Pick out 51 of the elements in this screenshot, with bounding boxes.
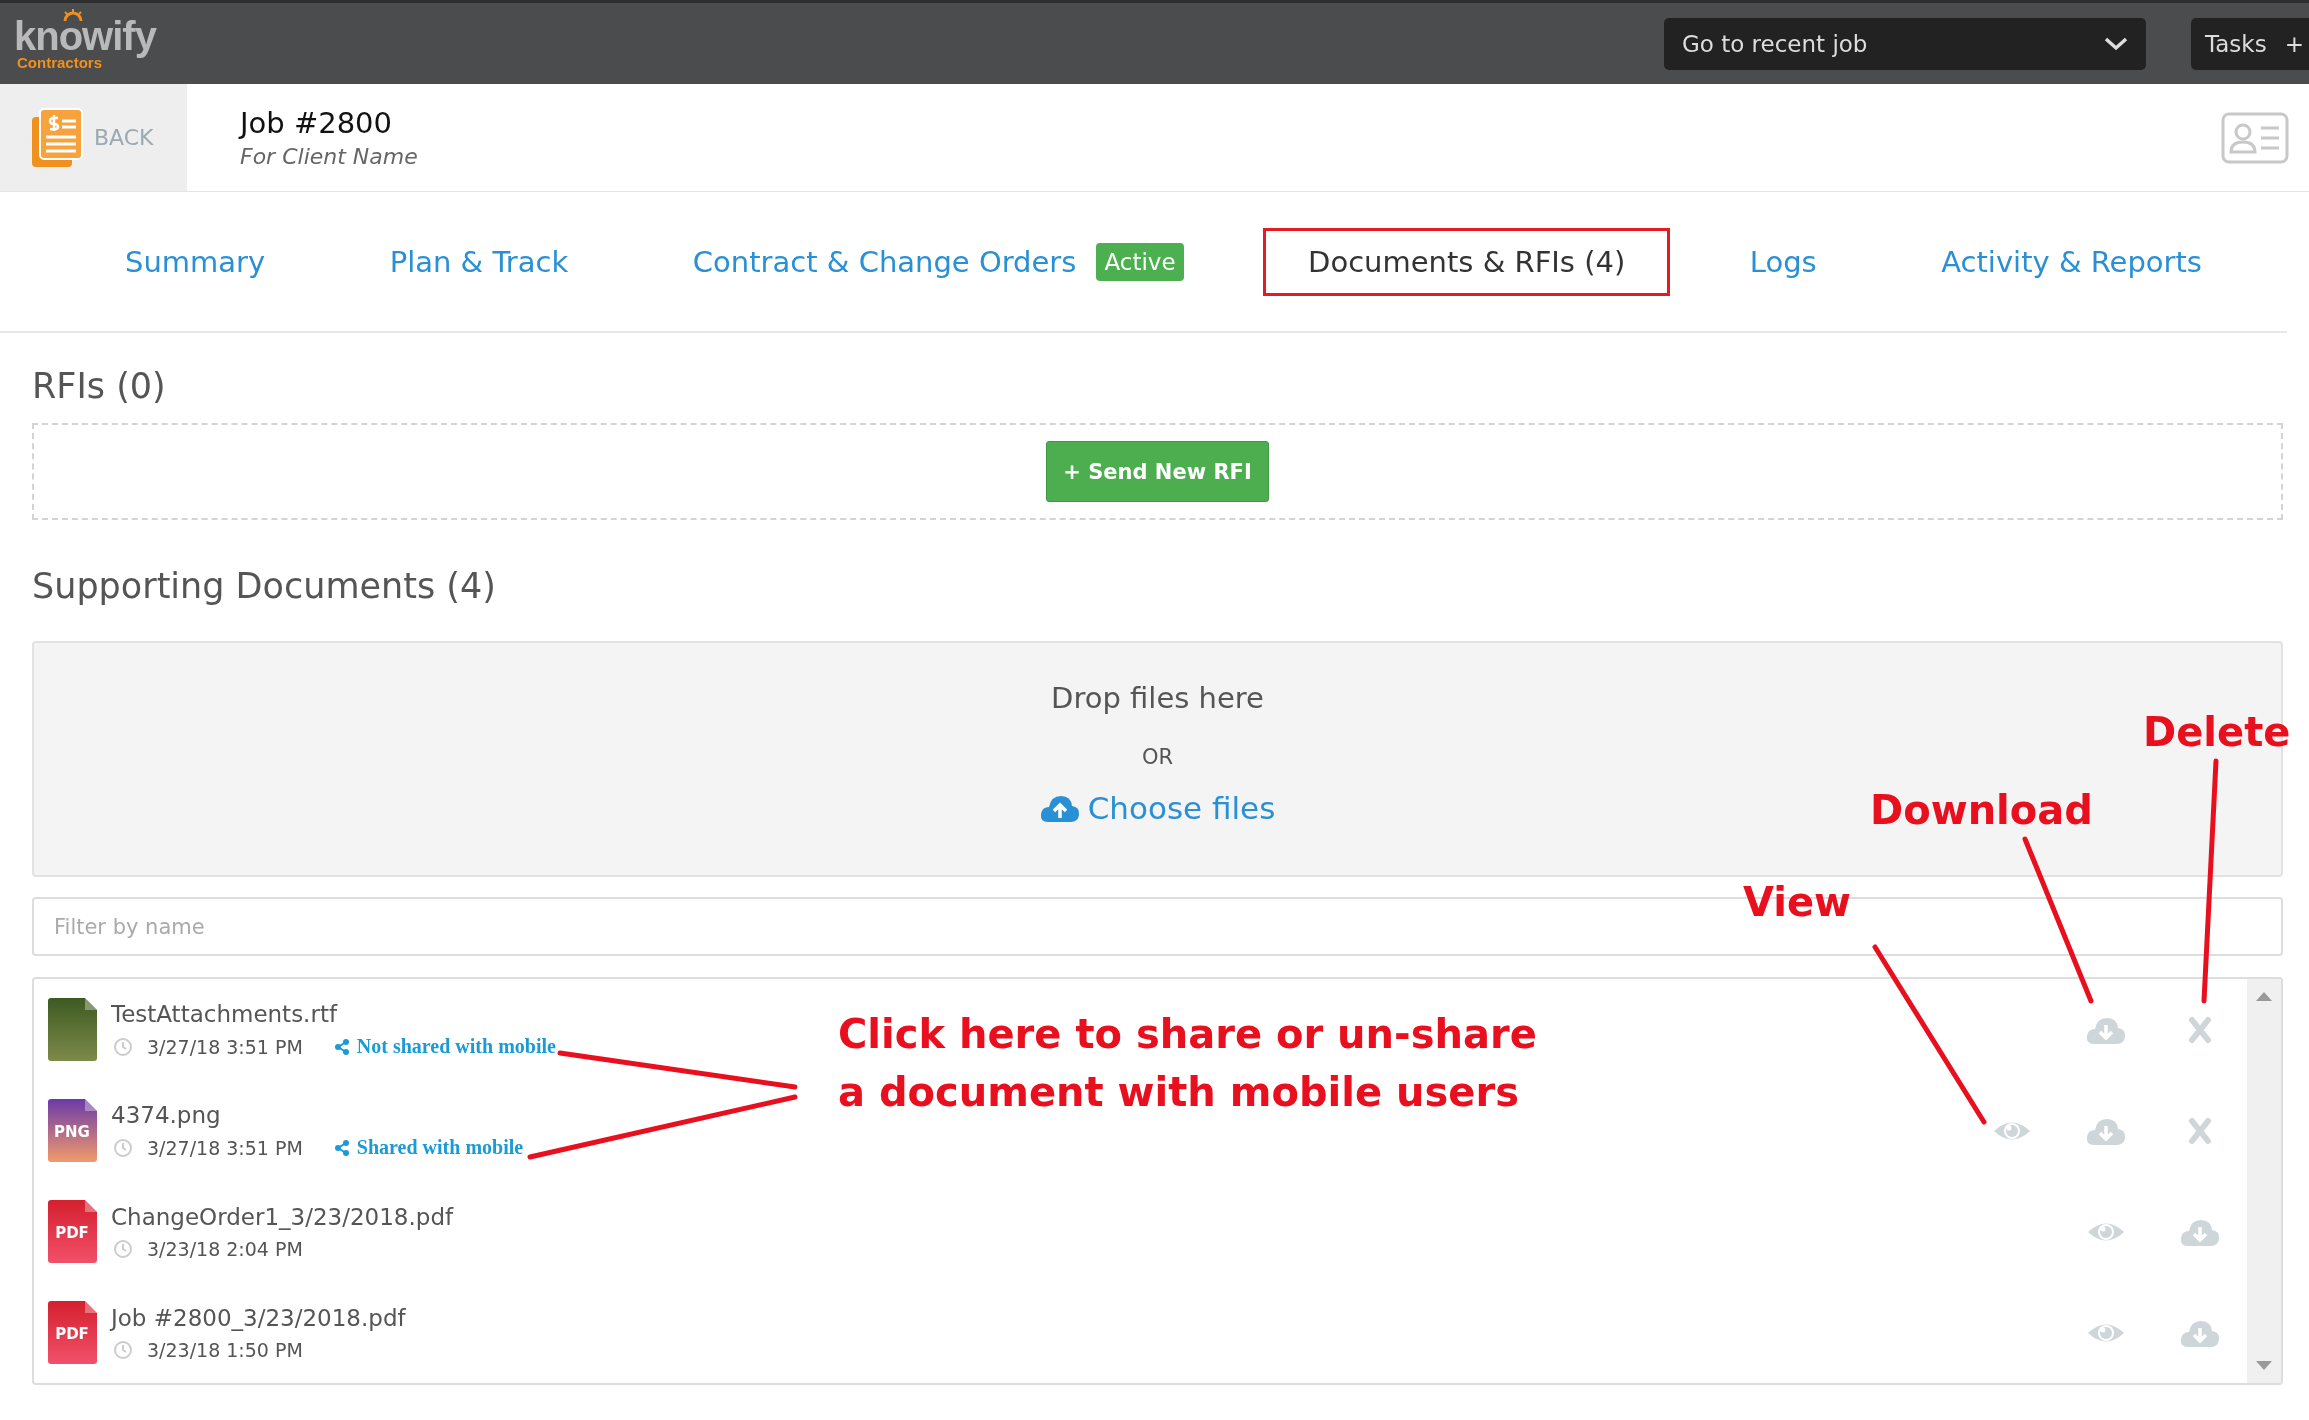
recent-job-dropdown[interactable]: Go to recent job (1664, 17, 2146, 70)
status-badge: Active (1096, 242, 1184, 281)
share-link[interactable]: Not shared with mobile (332, 1035, 556, 1058)
choose-files-link[interactable]: Choose files (1033, 789, 1282, 827)
file-date: 3/23/18 1:50 PM (147, 1338, 303, 1361)
sun-icon (62, 8, 84, 21)
tab[interactable]: Summary (80, 227, 311, 296)
job-title: Job #2800 (240, 106, 394, 140)
invoice-icon (30, 106, 84, 169)
file-name[interactable]: TestAttachments.rtf (111, 1001, 556, 1027)
share-icon (332, 1037, 351, 1056)
chevron-down-icon (2104, 36, 2128, 51)
section-heading: Supporting Documents (4) (32, 565, 497, 608)
client-name: For Client Name (240, 144, 418, 169)
scroll-down-icon[interactable] (2255, 1361, 2273, 1371)
back-button[interactable]: BACK (0, 84, 187, 191)
tab[interactable]: Activity & Reports (1896, 227, 2247, 296)
logo-subtitle: Contractors (17, 54, 102, 71)
file-name[interactable]: Job #2800_3/23/2018.pdf (111, 1304, 406, 1331)
annotation-text: Delete (2143, 708, 2291, 757)
scroll-up-icon[interactable] (2255, 991, 2273, 1001)
share-link[interactable]: Shared with mobile (332, 1136, 524, 1159)
contact-card-icon[interactable] (2221, 111, 2289, 164)
annotation-text: Download (1870, 786, 2093, 835)
file-date: 3/23/18 2:04 PM (147, 1237, 303, 1260)
clock-icon (113, 1036, 133, 1057)
file-date: 3/27/18 3:51 PM (147, 1136, 303, 1159)
tab[interactable]: Contract & Change Orders Active (647, 225, 1229, 298)
tab[interactable]: Documents & RFIs (4) (1263, 227, 1671, 296)
file-icon: PDF (48, 1301, 97, 1364)
clock-icon (113, 1339, 133, 1360)
file-name[interactable]: ChangeOrder1_3/23/2018.pdf (111, 1203, 454, 1230)
tasks-button[interactable]: Tasks + (2191, 17, 2309, 70)
file-icon: PNG (48, 1099, 97, 1162)
clock-icon (113, 1137, 133, 1158)
tab[interactable]: Plan & Track (344, 227, 614, 296)
file-date: 3/27/18 3:51 PM (147, 1035, 303, 1058)
share-icon (332, 1138, 351, 1157)
drop-text: Drop files here (1051, 681, 1264, 715)
section-heading: RFIs (0) (32, 365, 167, 408)
file-icon: PDF (48, 1200, 97, 1263)
plus-text: + (2284, 30, 2304, 57)
scrollbar[interactable] (2247, 979, 2281, 1383)
send-rfi-button[interactable]: + Send New RFI (1046, 441, 1269, 502)
annotation-text: Click here to share or un-share a document with mobile users (838, 1010, 1538, 1117)
cloud-upload-icon (1039, 793, 1080, 823)
file-icon (48, 998, 97, 1061)
clock-icon (113, 1238, 133, 1259)
or-text: OR (1141, 745, 1174, 769)
file-name[interactable]: 4374.png (111, 1102, 524, 1128)
tab[interactable]: Logs (1704, 227, 1862, 296)
